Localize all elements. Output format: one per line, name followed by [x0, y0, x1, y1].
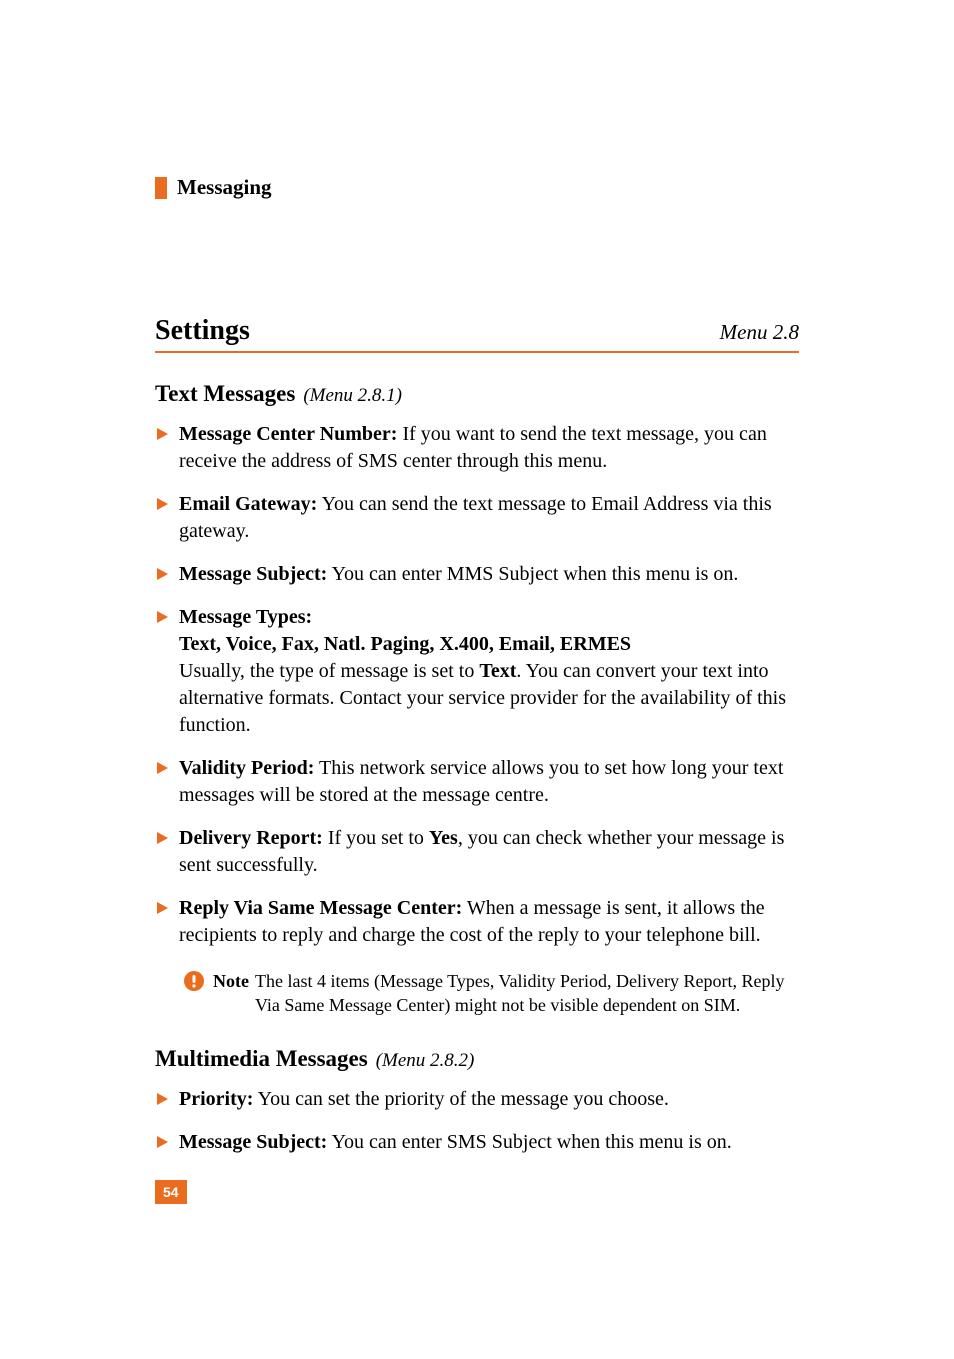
- triangle-bullet-icon: [157, 568, 169, 580]
- item-label: Message Subject:: [179, 1131, 327, 1153]
- triangle-bullet-icon: [157, 1093, 169, 1105]
- triangle-bullet-icon: [157, 832, 169, 844]
- item-body: Message Center Number: If you want to se…: [179, 421, 799, 475]
- subsection-text-messages: Text Messages (Menu 2.8.1) Message Cente…: [155, 381, 799, 1018]
- section-menu-ref: Menu 2.8: [720, 320, 799, 345]
- item-label: Message Types:: [179, 606, 312, 628]
- subsection-menu-ref: (Menu 2.8.2): [376, 1050, 475, 1072]
- item-label: Delivery Report:: [179, 827, 323, 849]
- triangle-bullet-icon: [157, 611, 169, 623]
- list-item: Priority: You can set the priority of th…: [157, 1086, 799, 1113]
- manual-page: Messaging Settings Menu 2.8 Text Message…: [0, 0, 954, 1359]
- section-title: Settings: [155, 315, 250, 347]
- item-body: Email Gateway: You can send the text mes…: [179, 491, 799, 545]
- item-body: Message Types: Text, Voice, Fax, Natl. P…: [179, 604, 799, 739]
- bullet-list: Priority: You can set the priority of th…: [157, 1086, 799, 1156]
- chapter-header: Messaging: [155, 175, 799, 200]
- list-item: Email Gateway: You can send the text mes…: [157, 491, 799, 545]
- note-label: Note: [213, 969, 249, 993]
- item-body: Validity Period: This network service al…: [179, 755, 799, 809]
- note-box: Note The last 4 items (Message Types, Va…: [183, 969, 799, 1018]
- subsection-header: Text Messages (Menu 2.8.1): [155, 381, 799, 407]
- subsection-header: Multimedia Messages (Menu 2.8.2): [155, 1046, 799, 1072]
- item-label: Validity Period:: [179, 757, 314, 779]
- alert-icon: [183, 970, 205, 998]
- subsection-title: Multimedia Messages: [155, 1046, 368, 1072]
- list-item: Message Center Number: If you want to se…: [157, 421, 799, 475]
- item-label: Priority:: [179, 1088, 253, 1110]
- item-body: Reply Via Same Message Center: When a me…: [179, 895, 799, 949]
- subsection-menu-ref: (Menu 2.8.1): [303, 385, 402, 407]
- chapter-title: Messaging: [177, 175, 272, 200]
- subsection-title: Text Messages: [155, 381, 295, 407]
- item-label: Message Subject:: [179, 563, 327, 585]
- triangle-bullet-icon: [157, 762, 169, 774]
- list-item: Reply Via Same Message Center: When a me…: [157, 895, 799, 949]
- triangle-bullet-icon: [157, 1136, 169, 1148]
- section-header: Settings Menu 2.8: [155, 315, 799, 353]
- list-item: Message Subject: You can enter MMS Subje…: [157, 561, 799, 588]
- item-body: Priority: You can set the priority of th…: [179, 1086, 799, 1113]
- note-text: The last 4 items (Message Types, Validit…: [255, 969, 799, 1018]
- list-item: Delivery Report: If you set to Yes, you …: [157, 825, 799, 879]
- triangle-bullet-icon: [157, 498, 169, 510]
- chapter-marker-icon: [155, 177, 167, 199]
- item-text: You can set the priority of the message …: [253, 1088, 668, 1110]
- item-label: Email Gateway:: [179, 493, 317, 515]
- bullet-list: Message Center Number: If you want to se…: [157, 421, 799, 949]
- item-text-pre: Usually, the type of message is set to: [179, 660, 479, 682]
- list-item: Validity Period: This network service al…: [157, 755, 799, 809]
- item-body: Delivery Report: If you set to Yes, you …: [179, 825, 799, 879]
- triangle-bullet-icon: [157, 902, 169, 914]
- item-body: Message Subject: You can enter MMS Subje…: [179, 561, 799, 588]
- item-label: Reply Via Same Message Center:: [179, 897, 462, 919]
- item-text-pre: If you set to: [323, 827, 429, 849]
- item-body: Message Subject: You can enter SMS Subje…: [179, 1129, 799, 1156]
- subsection-multimedia-messages: Multimedia Messages (Menu 2.8.2) Priorit…: [155, 1046, 799, 1156]
- item-text: You can enter SMS Subject when this menu…: [327, 1131, 731, 1153]
- item-text: You can enter MMS Subject when this menu…: [327, 563, 738, 585]
- list-item: Message Types: Text, Voice, Fax, Natl. P…: [157, 604, 799, 739]
- item-text-bold: Text: [479, 660, 516, 682]
- list-item: Message Subject: You can enter SMS Subje…: [157, 1129, 799, 1156]
- item-text-bold: Yes: [429, 827, 458, 849]
- triangle-bullet-icon: [157, 428, 169, 440]
- item-label: Message Center Number:: [179, 423, 397, 445]
- item-subbold: Text, Voice, Fax, Natl. Paging, X.400, E…: [179, 631, 799, 658]
- page-number: 54: [155, 1180, 187, 1204]
